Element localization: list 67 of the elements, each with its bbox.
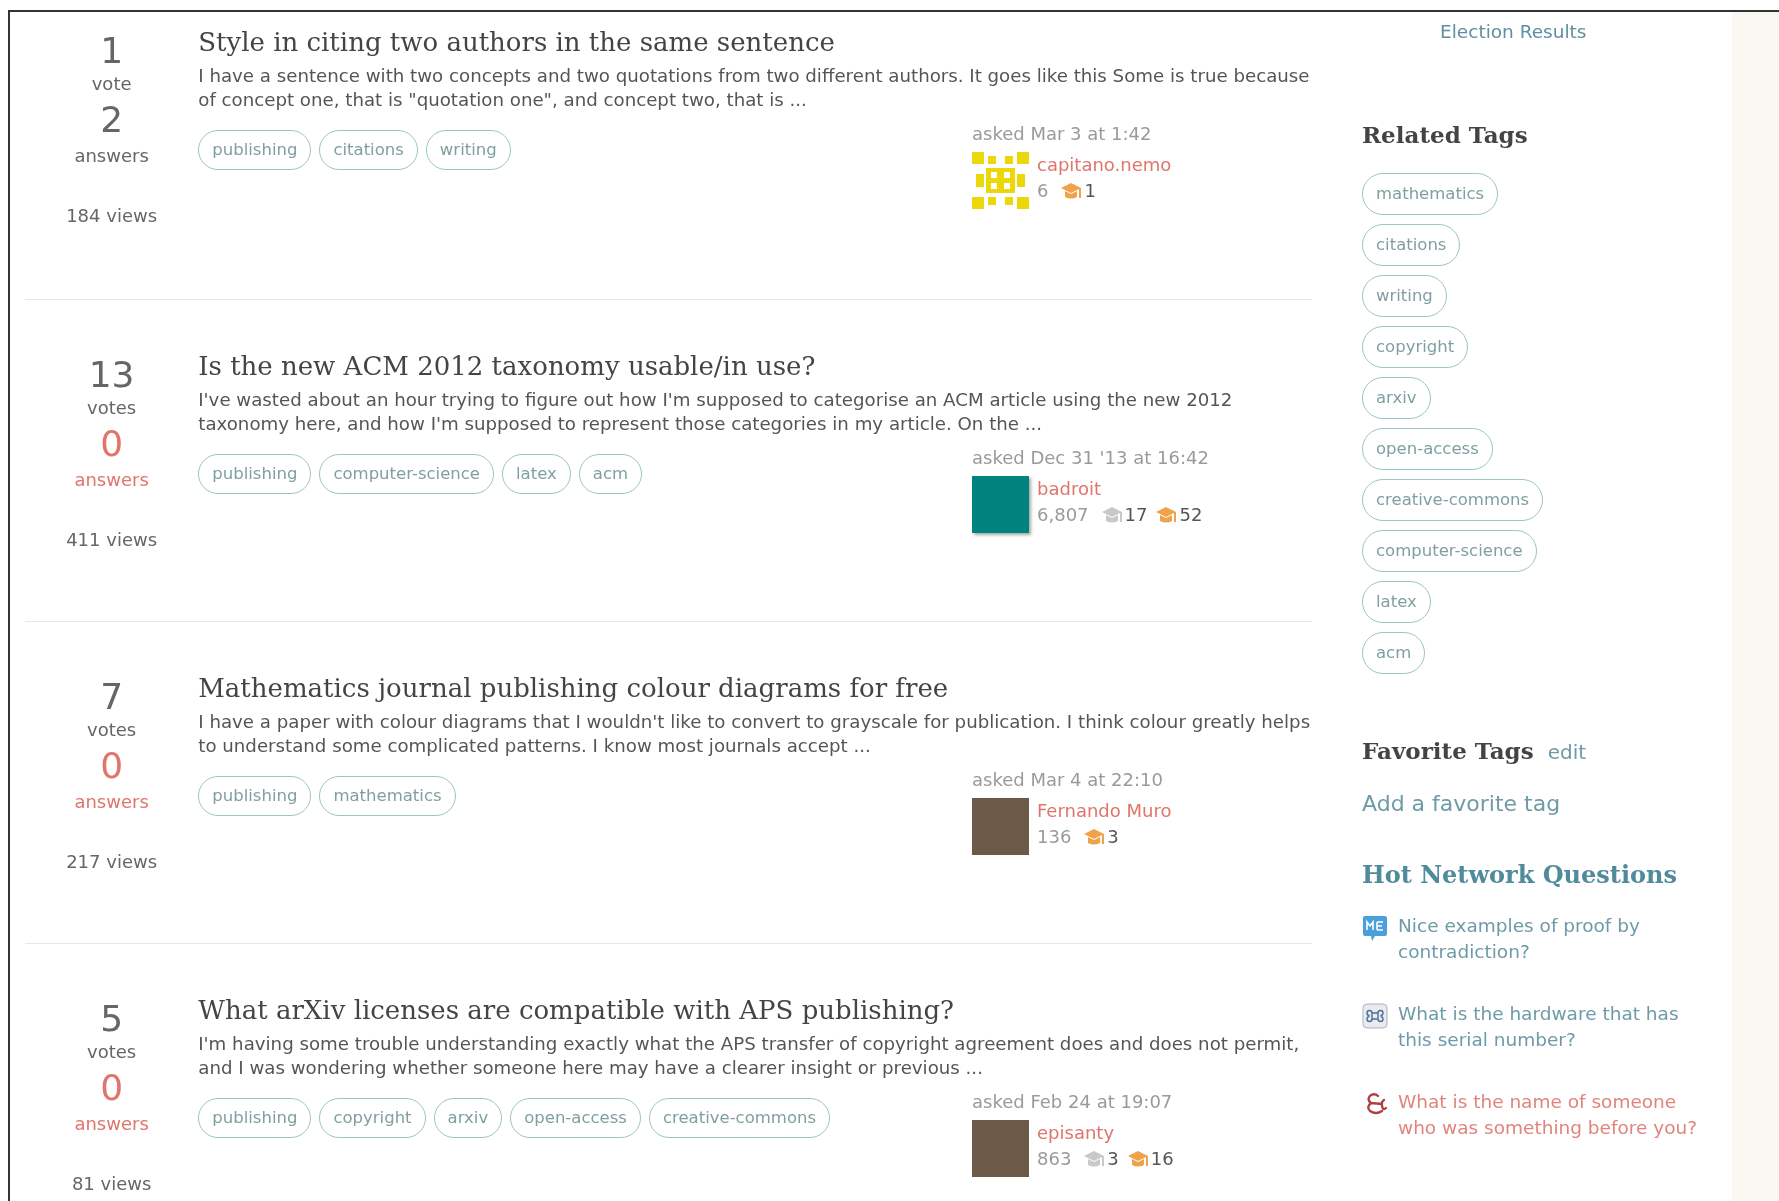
edit-link[interactable]: edit bbox=[1547, 737, 1587, 767]
question-excerpt: I have a paper with colour diagrams that I wouldn't like to convert to grayscale for publication. I think colour greatly helps to understand some complicated patterns. I know most journals accept ... bbox=[198, 710, 1312, 758]
badge-icon bbox=[1060, 182, 1083, 200]
badge-icon bbox=[1083, 1150, 1106, 1168]
answers-label: answers bbox=[74, 144, 149, 168]
identicon-avatar bbox=[972, 152, 1029, 209]
badge-icon bbox=[1100, 506, 1123, 524]
section-heading: Favorite Tags bbox=[1362, 736, 1534, 766]
section-heading: Hot Network Questions bbox=[1362, 859, 1678, 891]
answer-count: 0 bbox=[100, 1066, 124, 1110]
badge-count: 3 bbox=[1107, 825, 1119, 849]
vote-count: 1 bbox=[100, 30, 124, 72]
reputation: 6 bbox=[1037, 179, 1049, 203]
user-name[interactable]: Fernando Muro bbox=[1037, 798, 1172, 824]
answers-label: answers bbox=[74, 1112, 149, 1136]
photo-placeholder bbox=[972, 1120, 1029, 1177]
view-count: 217 views bbox=[66, 850, 158, 874]
view-count: 184 views bbox=[66, 204, 158, 228]
votes-label: votes bbox=[87, 396, 137, 420]
view-count: 411 views bbox=[66, 528, 158, 552]
votes-label: votes bbox=[87, 1040, 137, 1064]
hot-question-link[interactable]: What is the hardware that has this serial number? bbox=[1398, 1001, 1718, 1053]
question-title[interactable]: Is the new ACM 2012 taxonomy usable/in use? bbox=[198, 348, 816, 384]
asked-time: asked Feb 24 at 19:07 bbox=[972, 1090, 1174, 1114]
badge-icon bbox=[1126, 1150, 1149, 1168]
photo-placeholder bbox=[972, 798, 1029, 855]
user-name[interactable]: badroit bbox=[1037, 476, 1101, 502]
answer-count: 2 bbox=[100, 98, 124, 142]
hot-question-link[interactable]: Nice examples of proof by contradiction? bbox=[1398, 913, 1718, 965]
vote-count: 5 bbox=[100, 998, 124, 1040]
badge-icon bbox=[1155, 506, 1178, 524]
user-name[interactable]: episanty bbox=[1037, 1120, 1115, 1146]
speech-bubble-icon bbox=[1362, 915, 1388, 943]
votes-label: votes bbox=[87, 718, 137, 742]
badge-count: 17 bbox=[1124, 503, 1148, 527]
votes-label: vote bbox=[91, 72, 132, 96]
user-name[interactable]: capitano.nemo bbox=[1037, 152, 1172, 178]
hot-question-link[interactable]: What is the name of someone who was something before you? bbox=[1398, 1089, 1718, 1141]
vote-count: 13 bbox=[88, 354, 135, 396]
question-title[interactable]: What arXiv licenses are compatible with APS publishing? bbox=[198, 992, 955, 1028]
vote-count: 7 bbox=[100, 676, 124, 718]
asked-time: asked Dec 31 '13 at 16:42 bbox=[972, 446, 1210, 470]
asked-time: asked Mar 3 at 1:42 bbox=[972, 122, 1153, 146]
question-title[interactable]: Mathematics journal publishing colour diagrams for free bbox=[198, 670, 949, 706]
asked-time: asked Mar 4 at 22:10 bbox=[972, 768, 1164, 792]
answers-label: answers bbox=[74, 790, 149, 814]
add-favorite-tag-link[interactable]: Add a favorite tag bbox=[1362, 789, 1561, 819]
avatar-square bbox=[972, 476, 1029, 533]
answer-count: 0 bbox=[100, 422, 124, 466]
view-count: 81 views bbox=[71, 1172, 152, 1196]
question-excerpt: I've wasted about an hour trying to figure out how I'm supposed to categorise an ACM article using the new 2012 taxonomy here, and how I'm supposed to represent those categories in my article. On the ... bbox=[198, 388, 1234, 436]
reputation: 136 bbox=[1037, 825, 1072, 849]
question-title[interactable]: Style in citing two authors in the same sentence bbox=[198, 24, 835, 60]
badge-count: 1 bbox=[1084, 179, 1096, 203]
badge-count: 16 bbox=[1150, 1147, 1174, 1171]
reputation: 863 bbox=[1037, 1147, 1072, 1171]
section-heading: Related Tags bbox=[1362, 120, 1528, 150]
badge-count: 3 bbox=[1107, 1147, 1119, 1171]
command-key-icon bbox=[1362, 1003, 1388, 1029]
meta-link[interactable]: Election Results bbox=[1440, 20, 1587, 44]
answer-count: 0 bbox=[100, 744, 124, 788]
question-excerpt: I have a sentence with two concepts and two quotations from two different authors. It goes like this Some is true because of concept one, that is "quotation one", and concept two, that is ... bbox=[198, 64, 1311, 112]
badge-icon bbox=[1083, 828, 1106, 846]
question-excerpt: I'm having some trouble understanding exactly what the APS transfer of copyright agreement does and does not permit, and I was wondering whether someone here may have a clearer insight or previous ... bbox=[198, 1032, 1301, 1080]
badge-count: 52 bbox=[1179, 503, 1203, 527]
reputation: 6,807 bbox=[1037, 503, 1089, 527]
answers-label: answers bbox=[74, 468, 149, 492]
